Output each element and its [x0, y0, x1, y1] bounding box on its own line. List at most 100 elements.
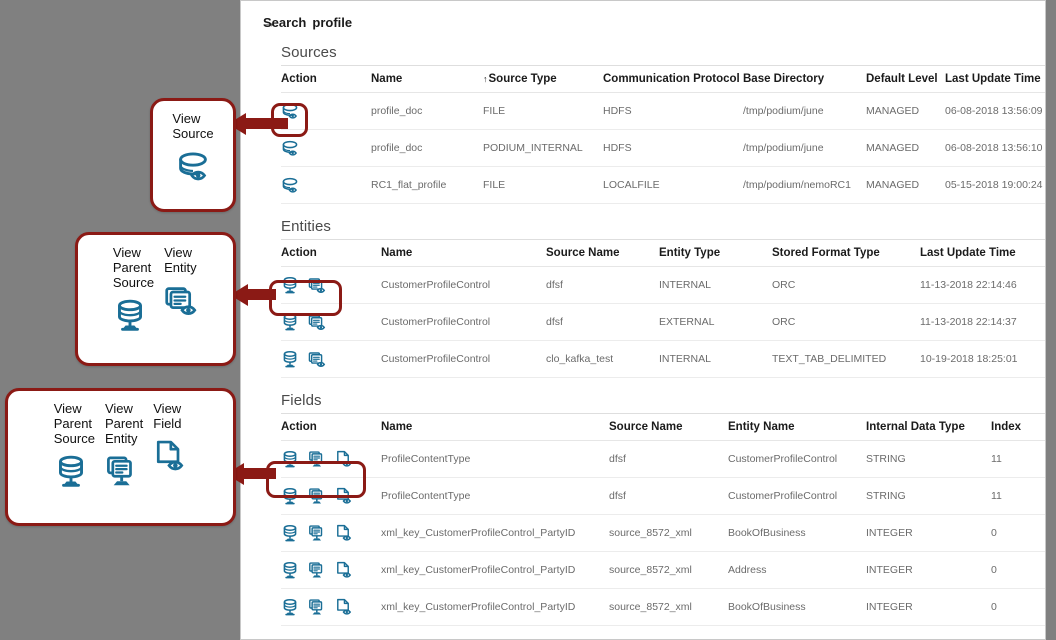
cell-action — [281, 266, 381, 304]
view-parent-source-icon[interactable] — [113, 298, 147, 332]
column-header-action[interactable]: Action — [281, 413, 381, 441]
view-field-icon[interactable] — [153, 439, 187, 473]
cell-default-level: MANAGED — [866, 92, 945, 130]
column-header-name[interactable]: Name — [381, 239, 546, 267]
cell-action — [281, 477, 381, 515]
view-parent-source-icon[interactable] — [281, 313, 299, 331]
table-row[interactable]: CustomerProfileControl clo_kafka_test INTE… — [281, 340, 1045, 378]
callout-label: View Parent Source — [112, 245, 155, 291]
callout-label: View Entity — [164, 245, 197, 276]
table-row[interactable]: profile_doc PODIUM_INTERNAL HDFS/tmp/podiu… — [281, 129, 1045, 167]
cell-action — [281, 92, 371, 130]
view-parent-entity-icon[interactable] — [308, 450, 326, 468]
breadcrumb-current[interactable]: profile — [312, 15, 352, 30]
column-header-internal-data-type[interactable]: Internal Data Type — [866, 413, 991, 441]
cell-default-level: MANAGED — [866, 129, 945, 167]
section-title-fields: Fields — [281, 392, 322, 409]
view-field-icon[interactable] — [335, 561, 353, 579]
table-row[interactable]: CustomerProfileControl dfsf INTERNAL ORC 11-… — [281, 266, 1045, 304]
table-row[interactable]: xml_key_CustomerProfileControl_PartyID so… — [281, 588, 1045, 626]
cell-source-name: source_8572_xml — [609, 588, 728, 626]
column-header-source-name[interactable]: Source Name — [609, 413, 728, 441]
callout-label: View Field — [153, 401, 182, 432]
cell-action — [281, 551, 381, 589]
table-row[interactable]: ProfileContentType dfsf CustomerProfileCon… — [281, 477, 1045, 515]
section-sources: Sources Action Name ↑Source Type Communi… — [259, 44, 1045, 204]
callout-icon-wrap — [153, 437, 187, 478]
cell-name: RC1_flat_profile — [371, 166, 483, 204]
view-parent-source-icon[interactable] — [281, 487, 299, 505]
cell-action — [281, 303, 381, 341]
column-header-action[interactable]: Action — [281, 65, 371, 93]
view-parent-source-icon[interactable] — [281, 524, 299, 542]
column-header-last-update-time[interactable]: Last Update Time — [920, 239, 1045, 267]
view-parent-source-icon[interactable] — [281, 598, 299, 616]
table-row[interactable]: ProfileContentType dfsf CustomerProfileCon… — [281, 440, 1045, 478]
column-header-default-level[interactable]: Default Level — [866, 65, 945, 93]
view-parent-entity-icon[interactable] — [308, 487, 326, 505]
column-header-name[interactable]: Name — [371, 65, 483, 93]
callout-icon-wrap — [105, 452, 139, 493]
column-header-entity-name[interactable]: Entity Name — [728, 413, 866, 441]
column-header-entity-type[interactable]: Entity Type — [659, 239, 772, 267]
view-entity-icon[interactable] — [308, 276, 326, 294]
callout-icon-wrap — [113, 296, 147, 337]
view-source-icon[interactable] — [281, 139, 299, 157]
cell-stored-format-type: ORC — [772, 266, 920, 304]
cell-name: CustomerProfileControl — [381, 303, 546, 341]
view-field-icon[interactable] — [335, 450, 353, 468]
view-parent-entity-icon[interactable] — [105, 454, 139, 488]
cell-base-directory: /tmp/podium/nemoRC1 — [743, 166, 866, 204]
view-entity-icon[interactable] — [308, 350, 326, 368]
view-parent-source-icon[interactable] — [281, 350, 299, 368]
view-parent-source-icon[interactable] — [281, 561, 299, 579]
section-entities: Entities Action Name Source Name Entity … — [259, 218, 1045, 378]
cell-source-name: dfsf — [546, 303, 659, 341]
cell-default-level: MANAGED — [866, 166, 945, 204]
column-header-name[interactable]: Name — [381, 413, 609, 441]
view-parent-source-icon[interactable] — [281, 276, 299, 294]
view-source-icon[interactable] — [281, 176, 299, 194]
cell-last-update-time: 11-13-2018 22:14:37 — [920, 303, 1045, 341]
view-parent-entity-icon[interactable] — [308, 524, 326, 542]
view-parent-source-icon[interactable] — [281, 450, 299, 468]
table-row[interactable]: profile_doc FILE HDFS/tmp/podium/june MANAG… — [281, 92, 1045, 130]
entities-table: Action Name Source Name Entity Type Stor… — [281, 239, 1045, 378]
view-field-icon[interactable] — [335, 524, 353, 542]
column-header-index[interactable]: Index — [991, 413, 1045, 441]
column-header-stored-format-type[interactable]: Stored Format Type — [772, 239, 920, 267]
cell-last-update-time: 06-08-2018 13:56:09 — [945, 92, 1045, 130]
cell-source-name: dfsf — [609, 477, 728, 515]
cell-source-name: dfsf — [609, 440, 728, 478]
column-header-source-name[interactable]: Source Name — [546, 239, 659, 267]
breadcrumb-root[interactable]: Search — [263, 15, 306, 30]
table-row[interactable]: CustomerProfileControl dfsf EXTERNAL ORC 11-… — [281, 303, 1045, 341]
view-parent-source-icon[interactable] — [54, 454, 88, 488]
view-entity-icon[interactable] — [164, 283, 198, 317]
cell-internal-data-type: INTEGER — [866, 551, 991, 589]
view-source-icon[interactable] — [281, 102, 299, 120]
view-field-icon[interactable] — [335, 598, 353, 616]
table-header-row: Action Name ↑Source Type Communication P… — [281, 65, 1045, 93]
table-row[interactable]: xml_key_CustomerProfileControl_PartyID so… — [281, 514, 1045, 552]
column-header-source-type[interactable]: ↑Source Type — [483, 65, 603, 93]
column-header-communication-protocol[interactable]: Communication Protocol — [603, 65, 743, 93]
view-entity-icon[interactable] — [308, 313, 326, 331]
callout-item: View Field — [153, 401, 187, 478]
column-header-last-update-time[interactable]: Last Update Time — [945, 65, 1045, 93]
column-header-action[interactable]: Action — [281, 239, 381, 267]
view-source-icon[interactable] — [176, 149, 210, 183]
cell-action — [281, 514, 381, 552]
callout-item: View Source — [172, 111, 214, 188]
cell-index: 11 — [991, 440, 1045, 478]
table-row[interactable]: RC1_flat_profile FILE LOCALFILE/tmp/podium… — [281, 166, 1045, 204]
table-row[interactable]: xml_key_CustomerProfileControl_PartyID so… — [281, 551, 1045, 589]
cell-entity-name: BookOfBusiness — [728, 514, 866, 552]
view-parent-entity-icon[interactable] — [308, 561, 326, 579]
column-header-base-directory[interactable]: Base Directory — [743, 65, 866, 93]
view-parent-entity-icon[interactable] — [308, 598, 326, 616]
callout-item: View Entity — [164, 245, 198, 322]
fields-table: Action Name Source Name Entity Name Inte… — [281, 413, 1045, 626]
cell-last-update-time: 11-13-2018 22:14:46 — [920, 266, 1045, 304]
view-field-icon[interactable] — [335, 487, 353, 505]
